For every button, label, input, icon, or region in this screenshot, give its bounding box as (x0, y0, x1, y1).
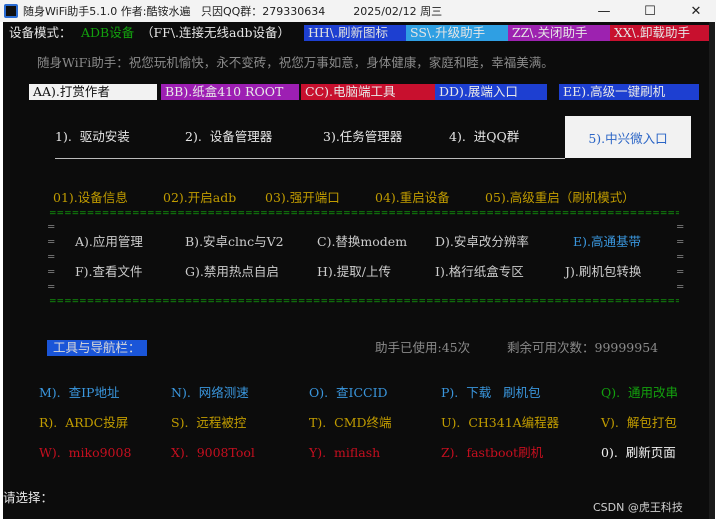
app-manage-option[interactable]: A).应用管理 (75, 234, 143, 250)
9008tool-option[interactable]: X). 9008Tool (171, 445, 255, 461)
donate-author-button[interactable]: AA).打赏作者 (29, 84, 157, 100)
device-mode-hint: （FF\.连接无线adb设备） (141, 25, 290, 40)
ch341a-programmer-option[interactable]: U). CH341A编程器 (441, 415, 559, 431)
flash-package-convert-option[interactable]: J).刷机包转换 (565, 264, 641, 280)
zte-entry-button[interactable]: DD).展端入口 (435, 84, 547, 100)
maximize-button[interactable]: ☐ (630, 0, 670, 22)
remaining-count: 剩余可用次数：99999954 (507, 340, 659, 355)
close-assistant-button[interactable]: ZZ\.关闭助手 (508, 25, 610, 41)
tab-driver-install[interactable]: 1). 驱动安装 (55, 129, 130, 145)
uninstall-assistant-button[interactable]: XX\.卸载助手 (610, 25, 712, 41)
extract-upload-option[interactable]: H).提取/上传 (317, 264, 391, 280)
ardc-cast-option[interactable]: R). ARDC投屏 (39, 415, 128, 431)
miflash-option[interactable]: Y). miflash (309, 445, 380, 461)
grid-edge-right-2: = (676, 237, 685, 248)
speed-test-option[interactable]: N). 网络测速 (171, 385, 249, 401)
csdn-watermark: CSDN @虎王科技 (593, 501, 683, 514)
window-titlebar[interactable]: 随身WiFi助手5.1.0 作者:酷铵水遍 只因QQ群：279330634 20… (0, 0, 716, 22)
reboot-device-option[interactable]: 04).重启设备 (375, 190, 450, 206)
console-window[interactable]: 设备模式： ADB设备 （FF\.连接无线adb设备） HH\.刷新图标 SS\… (3, 22, 715, 519)
device-mode-label: 设备模式： (9, 25, 72, 40)
enable-adb-option[interactable]: 02).开启adb (163, 190, 236, 206)
grid-edge-left-2: = (47, 237, 56, 248)
grid-top-border: ========================================… (49, 209, 679, 219)
disable-hotspot-option[interactable]: G).禁用热点自启 (185, 264, 279, 280)
close-button[interactable]: ✕ (676, 0, 716, 22)
check-ip-option[interactable]: M). 查IP地址 (39, 385, 119, 401)
app-icon (4, 4, 18, 18)
check-iccid-option[interactable]: O). 查ICCID (309, 385, 388, 401)
minimize-button[interactable]: — (584, 0, 624, 22)
upgrade-assistant-button[interactable]: SS\.升级助手 (406, 25, 508, 41)
one-click-flash-button[interactable]: EE).高级一键刷机 (559, 84, 699, 100)
device-info-option[interactable]: 01).设备信息 (53, 190, 128, 206)
window-title: 随身WiFi助手5.1.0 作者:酷铵水遍 只因QQ群：279330634 20… (23, 5, 443, 18)
change-resolution-option[interactable]: D).安卓改分辨率 (435, 234, 529, 250)
grid-edge-left-1: = (47, 222, 56, 233)
view-files-option[interactable]: F).查看文件 (75, 264, 143, 280)
miko9008-option[interactable]: W). miko9008 (39, 445, 131, 461)
tab-device-manager[interactable]: 2). 设备管理器 (185, 129, 272, 145)
fastboot-flash-option[interactable]: Z). fastboot刷机 (441, 445, 543, 461)
grid-edge-right-3: = (676, 252, 685, 263)
gexing-paperbox-option[interactable]: I).格行纸盒专区 (435, 264, 524, 280)
refresh-icon-button[interactable]: HH\.刷新图标 (304, 25, 406, 41)
grid-edge-right-4: = (676, 267, 685, 278)
refresh-page-option[interactable]: 0). 刷新页面 (601, 445, 676, 461)
tools-nav-label: 工具与导航栏： (47, 340, 147, 356)
force-port-option[interactable]: 03).强开端口 (265, 190, 340, 206)
grid-edge-left-4: = (47, 267, 56, 278)
unpack-repack-option[interactable]: V). 解包打包 (601, 415, 677, 431)
used-count: 助手已使用:45次 (375, 340, 471, 355)
replace-modem-option[interactable]: C).替换modem (317, 234, 407, 250)
universal-serial-change-option[interactable]: Q). 通用改串 (601, 385, 678, 401)
console-scrollbar[interactable] (709, 22, 715, 519)
remote-control-option[interactable]: S). 远程被控 (171, 415, 246, 431)
tab-zte-entry-label: 5).中兴微入口 (588, 130, 668, 146)
clnc-v2-option[interactable]: B).安卓clnc与V2 (185, 234, 284, 250)
tab-zte-entry[interactable]: 5).中兴微入口 (565, 116, 691, 158)
device-mode-value: ADB设备 (81, 25, 135, 40)
paperbox-root-button[interactable]: BB).纸盒410 ROOT (161, 84, 299, 100)
pc-tools-button[interactable]: CC).电脑端工具 (301, 84, 435, 100)
input-prompt[interactable]: 请选择： (3, 490, 53, 506)
advanced-reboot-option[interactable]: 05).高级重启（刷机模式） (485, 190, 635, 206)
download-flash-package-option[interactable]: P). 下载 刷机包 (441, 385, 541, 401)
tab-underline (55, 158, 565, 159)
tab-task-manager[interactable]: 3).任务管理器 (323, 129, 402, 145)
grid-edge-left-3: = (47, 252, 56, 263)
grid-bottom-border: ========================================… (49, 297, 679, 307)
grid-edge-right-1: = (676, 222, 685, 233)
cmd-terminal-option[interactable]: T). CMD终端 (309, 415, 392, 431)
tab-qq-group[interactable]: 4). 进QQ群 (449, 129, 519, 145)
blessing-text: 随身WiFi助手：祝您玩机愉快，永不变砖，祝您万事如意，身体健康，家庭和睦，幸福… (37, 55, 554, 70)
qualcomm-baseband-option[interactable]: E).高通基带 (573, 234, 641, 250)
